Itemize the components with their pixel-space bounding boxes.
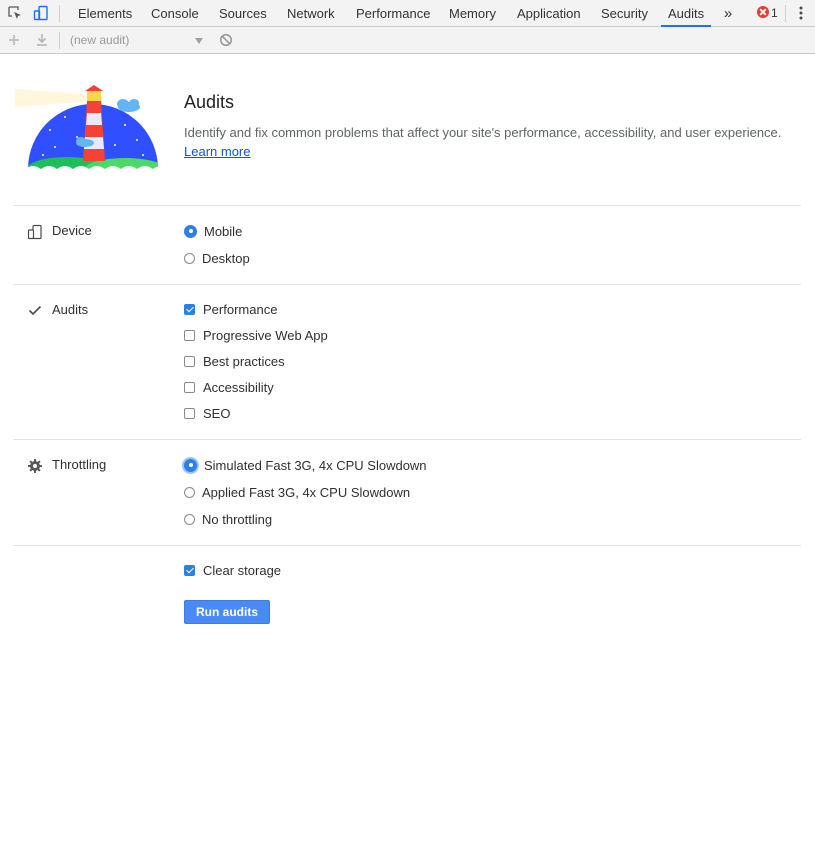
error-count[interactable]: 1 (771, 0, 778, 27)
seo-checkbox[interactable] (184, 407, 195, 419)
toolbar-separator (785, 5, 786, 22)
throttling-option-none[interactable]: No throttling (184, 511, 272, 527)
plus-icon[interactable] (6, 32, 22, 48)
chevron-down-icon[interactable] (195, 38, 203, 44)
inspect-element-icon[interactable] (7, 5, 23, 21)
device-option-desktop[interactable]: Desktop (184, 250, 250, 266)
audit-option-pwa[interactable]: Progressive Web App (184, 327, 328, 343)
applied-radio[interactable] (184, 486, 195, 498)
pwa-checkbox[interactable] (184, 329, 195, 341)
performance-label: Performance (203, 301, 278, 317)
clear-storage-checkbox[interactable] (184, 564, 195, 576)
section-divider (13, 545, 801, 546)
kebab-menu-icon[interactable] (793, 5, 809, 21)
tab-performance[interactable]: Performance (356, 0, 430, 27)
device-option-mobile[interactable]: Mobile (184, 223, 242, 239)
audit-option-best-practices[interactable]: Best practices (184, 353, 285, 369)
device-toolbar-icon[interactable] (33, 5, 49, 21)
tab-elements[interactable]: Elements (78, 0, 132, 27)
more-tabs-icon[interactable]: » (722, 0, 734, 27)
run-audits-button[interactable]: Run audits (184, 600, 270, 624)
desktop-radio[interactable] (184, 252, 195, 264)
clear-storage-option[interactable]: Clear storage (184, 562, 281, 578)
throttling-option-applied[interactable]: Applied Fast 3G, 4x CPU Slowdown (184, 484, 410, 500)
error-icon[interactable] (757, 6, 769, 18)
seo-label: SEO (203, 405, 231, 421)
section-divider (13, 439, 801, 440)
learn-more-link[interactable]: Learn more (184, 144, 250, 159)
toolbar-separator (59, 32, 60, 49)
device-label: Device (52, 223, 92, 238)
mobile-radio[interactable] (184, 224, 197, 238)
accessibility-checkbox[interactable] (184, 381, 195, 393)
no-throttling-label: No throttling (202, 511, 273, 527)
checkmark-icon (28, 305, 42, 316)
clear-storage-label: Clear storage (203, 562, 282, 578)
throttling-label: Throttling (52, 457, 107, 472)
section-divider (13, 284, 801, 285)
tab-sources[interactable]: Sources (219, 0, 267, 27)
performance-checkbox[interactable] (184, 303, 195, 315)
tab-console[interactable]: Console (151, 0, 199, 27)
lighthouse-logo (15, 85, 160, 170)
section-divider (13, 205, 801, 206)
toolbar-separator (59, 5, 60, 22)
accessibility-label: Accessibility (203, 379, 274, 395)
mobile-label: Mobile (204, 223, 243, 239)
device-icon (27, 224, 42, 240)
tab-application[interactable]: Application (517, 0, 581, 27)
audit-option-seo[interactable]: SEO (184, 405, 230, 421)
audit-option-performance[interactable]: Performance (184, 301, 277, 317)
page-title: Audits (184, 92, 235, 112)
audits-label: Audits (52, 302, 89, 317)
download-icon[interactable] (34, 32, 50, 48)
tab-memory[interactable]: Memory (449, 0, 496, 27)
desktop-label: Desktop (202, 250, 250, 266)
no-throttling-radio[interactable] (184, 513, 195, 525)
best-practices-label: Best practices (203, 353, 285, 369)
audits-toolbar: (new audit) (0, 27, 815, 54)
page-description: Identify and fix common problems that af… (184, 125, 782, 140)
best-practices-checkbox[interactable] (184, 355, 195, 367)
applied-label: Applied Fast 3G, 4x CPU Slowdown (202, 484, 411, 500)
tab-audits[interactable]: Audits (660, 0, 712, 27)
pwa-label: Progressive Web App (203, 327, 328, 343)
throttling-option-simulated[interactable]: Simulated Fast 3G, 4x CPU Slowdown (184, 457, 427, 473)
tab-security[interactable]: Security (601, 0, 648, 27)
audit-select[interactable]: (new audit) (70, 27, 129, 54)
simulated-label: Simulated Fast 3G, 4x CPU Slowdown (204, 457, 427, 473)
tab-network[interactable]: Network (287, 0, 335, 27)
devtools-tab-bar: Elements Console Sources Network Perform… (0, 0, 815, 27)
simulated-radio[interactable] (184, 458, 197, 472)
gear-icon (28, 459, 42, 473)
clear-all-icon[interactable] (218, 32, 234, 48)
audit-option-accessibility[interactable]: Accessibility (184, 379, 274, 395)
